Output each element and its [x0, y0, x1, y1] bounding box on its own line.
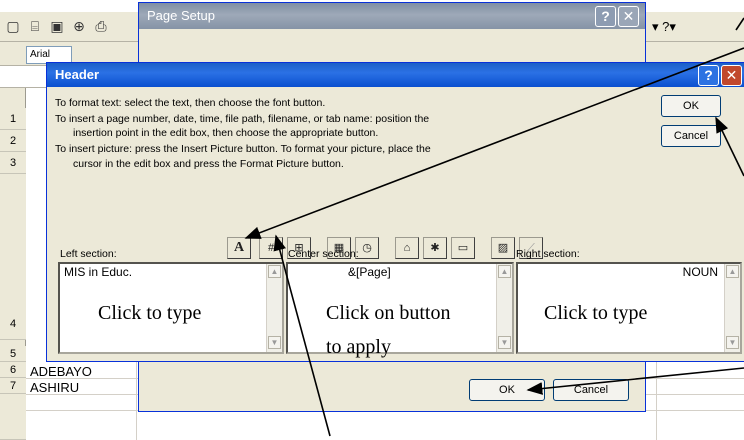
annotation-arrows	[244, 17, 744, 437]
arrow-top-right	[735, 17, 744, 31]
arrow-to-page-setup-ok	[526, 367, 744, 395]
arrow-to-page-number-button	[273, 234, 331, 437]
arrow-to-header-ok	[715, 116, 744, 177]
arrow-to-font-button	[244, 47, 744, 239]
